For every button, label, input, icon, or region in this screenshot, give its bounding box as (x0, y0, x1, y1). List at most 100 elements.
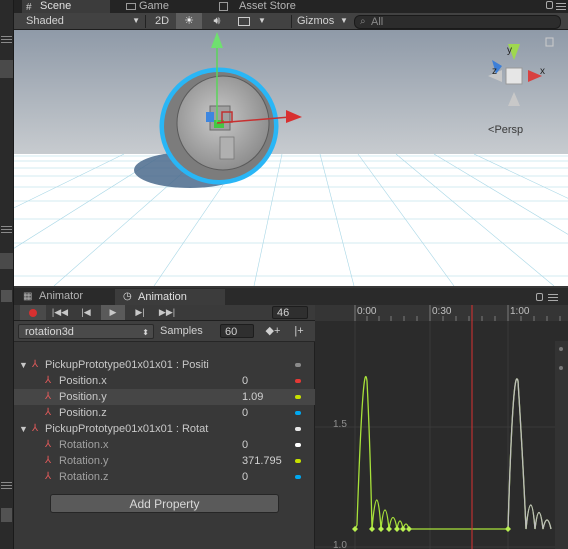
curve-post-loop (507, 378, 552, 530)
property-value[interactable]: 1.09 (242, 389, 263, 405)
dropdown-arrow-icon: ▼ (340, 16, 348, 25)
panel-grip-icon[interactable] (1, 224, 12, 233)
effects-dropdown[interactable]: ▼ (234, 13, 272, 29)
sky-backdrop (14, 30, 568, 154)
expand-arrow-icon[interactable]: ▼ (19, 421, 28, 437)
record-icon (29, 309, 37, 317)
curve-icon: ⅄ (45, 391, 52, 402)
projection-label: Persp (494, 124, 524, 136)
property-group-rotation[interactable]: ▼ ⅄ PickupPrototype01x01x01 : Rotat (14, 421, 315, 437)
timeline-label: 1:00 (510, 306, 530, 317)
property-group-position[interactable]: ▼ ⅄ PickupPrototype01x01x01 : Positi (14, 357, 315, 373)
store-icon (219, 2, 228, 11)
curve-color-indicator (295, 459, 301, 463)
game-icon (126, 3, 136, 10)
panel-handle[interactable] (1, 290, 12, 302)
2d-toggle-button[interactable]: 2D (152, 13, 172, 29)
curve-y-label: 1.0 (333, 540, 347, 549)
lighting-toggle-button[interactable]: ☀ (176, 13, 202, 29)
property-group-label: PickupPrototype01x01x01 : Rotat (45, 423, 209, 435)
timeline-ruler[interactable]: 0:00 0:30 1:00 (315, 305, 568, 321)
lock-icon[interactable] (546, 1, 553, 9)
animation-tab-bar: ▦ Animator ◷ Animation (14, 288, 568, 305)
panel-grip-icon[interactable] (1, 34, 12, 43)
add-event-button[interactable]: |+ (289, 324, 309, 339)
first-keyframe-button[interactable]: |◀◀ (48, 305, 72, 320)
property-row[interactable]: ⅄ Rotation.x 0 (14, 437, 315, 453)
scene-viewport[interactable]: y z x <Persp (14, 30, 568, 286)
add-keyframe-icon: ◆+ (265, 325, 281, 337)
clip-dropdown[interactable]: rotation3d ⬍ (18, 324, 154, 339)
property-row[interactable]: ⅄ Position.x 0 (14, 373, 315, 389)
shading-mode-label: Shaded (26, 15, 64, 27)
property-row[interactable]: ⅄ Position.z 0 (14, 405, 315, 421)
dropdown-arrow-icon: ⬍ (142, 328, 149, 337)
tab-animator[interactable]: ▦ Animator (22, 289, 112, 304)
add-property-label: Add Property (129, 497, 200, 511)
sun-icon: ☀ (184, 15, 194, 27)
property-label: Position.z (59, 407, 107, 419)
samples-value: 60 (225, 326, 238, 338)
property-value[interactable]: 0 (242, 437, 248, 453)
curve-icon: ⅄ (45, 439, 52, 450)
panel-handle[interactable] (0, 253, 13, 269)
add-event-icon: |+ (294, 325, 304, 337)
menu-icon[interactable] (548, 292, 558, 302)
add-property-button[interactable]: Add Property (50, 494, 279, 513)
vertical-scrollbar[interactable] (555, 341, 568, 549)
tab-game-label: Game (139, 0, 169, 12)
expand-arrow-icon[interactable]: ▼ (19, 357, 28, 373)
add-keyframe-button[interactable]: ◆+ (263, 324, 283, 339)
property-label: Rotation.z (59, 471, 109, 483)
tab-animation[interactable]: ◷ Animation (115, 289, 225, 305)
lock-icon[interactable] (536, 293, 543, 301)
timeline-label: 0:30 (432, 306, 452, 317)
image-icon (238, 17, 250, 26)
samples-field[interactable]: 60 (220, 324, 254, 338)
gizmos-dropdown[interactable]: Gizmos ▼ (297, 13, 348, 29)
frame-field[interactable]: 46 (272, 306, 308, 319)
property-list: ▼ ⅄ PickupPrototype01x01x01 : Positi ⅄ P… (14, 342, 315, 549)
prev-icon: |◀ (81, 307, 91, 317)
tab-animation-label: Animation (138, 291, 187, 303)
scene-tab-bar: # Scene Game Asset Store (14, 0, 568, 13)
dropdown-arrow-icon: ▼ (132, 16, 140, 25)
property-value[interactable]: 0 (242, 405, 248, 421)
transform-curve-icon: ⅄ (32, 423, 39, 434)
audio-toggle-button[interactable]: 🔊︎ (204, 13, 230, 29)
options-icon[interactable] (295, 427, 301, 431)
property-label: Rotation.y (59, 455, 109, 467)
scene-toolbar: Shaded ▼ 2D ☀ 🔊︎ ▼ Gizmos ▼ ⌕ All (14, 13, 568, 30)
search-input[interactable]: ⌕ All (354, 15, 561, 29)
clip-row: rotation3d ⬍ Samples 60 ◆+ |+ (14, 321, 315, 342)
projection-toggle[interactable]: <Persp (488, 124, 523, 137)
options-icon[interactable] (295, 363, 301, 367)
panel-handle[interactable] (0, 60, 13, 78)
shading-mode-dropdown[interactable]: Shaded ▼ (26, 13, 144, 29)
next-keyframe-button[interactable]: ▶| (128, 305, 152, 320)
property-value[interactable]: 0 (242, 469, 248, 485)
property-row[interactable]: ⅄ Rotation.y 371.795 (14, 453, 315, 469)
play-button[interactable]: ▶ (101, 305, 125, 320)
panel-grip-icon[interactable] (1, 480, 12, 489)
last-keyframe-button[interactable]: ▶▶| (155, 305, 179, 320)
tab-game[interactable]: Game (126, 0, 216, 13)
property-value[interactable]: 371.795 (242, 453, 282, 469)
menu-icon[interactable] (556, 1, 566, 11)
prev-keyframe-button[interactable]: |◀ (74, 305, 98, 320)
property-row[interactable]: ⅄ Position.y 1.09 (14, 389, 315, 405)
curve-editor[interactable]: 1.5 1.0 (315, 321, 568, 549)
property-label: Position.x (59, 375, 107, 387)
property-value[interactable]: 0 (242, 373, 248, 389)
curve-y-label: 1.5 (333, 419, 347, 430)
curve-color-indicator (295, 443, 301, 447)
property-row[interactable]: ⅄ Rotation.z 0 (14, 469, 315, 485)
panel-handle[interactable] (1, 508, 12, 522)
curve-color-indicator (295, 411, 301, 415)
curve-icon: ⅄ (45, 455, 52, 466)
gizmos-label: Gizmos (297, 15, 335, 27)
tab-scene[interactable]: # Scene (22, 0, 110, 13)
animation-toolbar: |◀◀ |◀ ▶ ▶| ▶▶| 46 0:00 0:30 1:00 (14, 305, 568, 321)
record-button[interactable] (20, 305, 46, 320)
tab-asset-store[interactable]: Asset Store (219, 0, 329, 13)
